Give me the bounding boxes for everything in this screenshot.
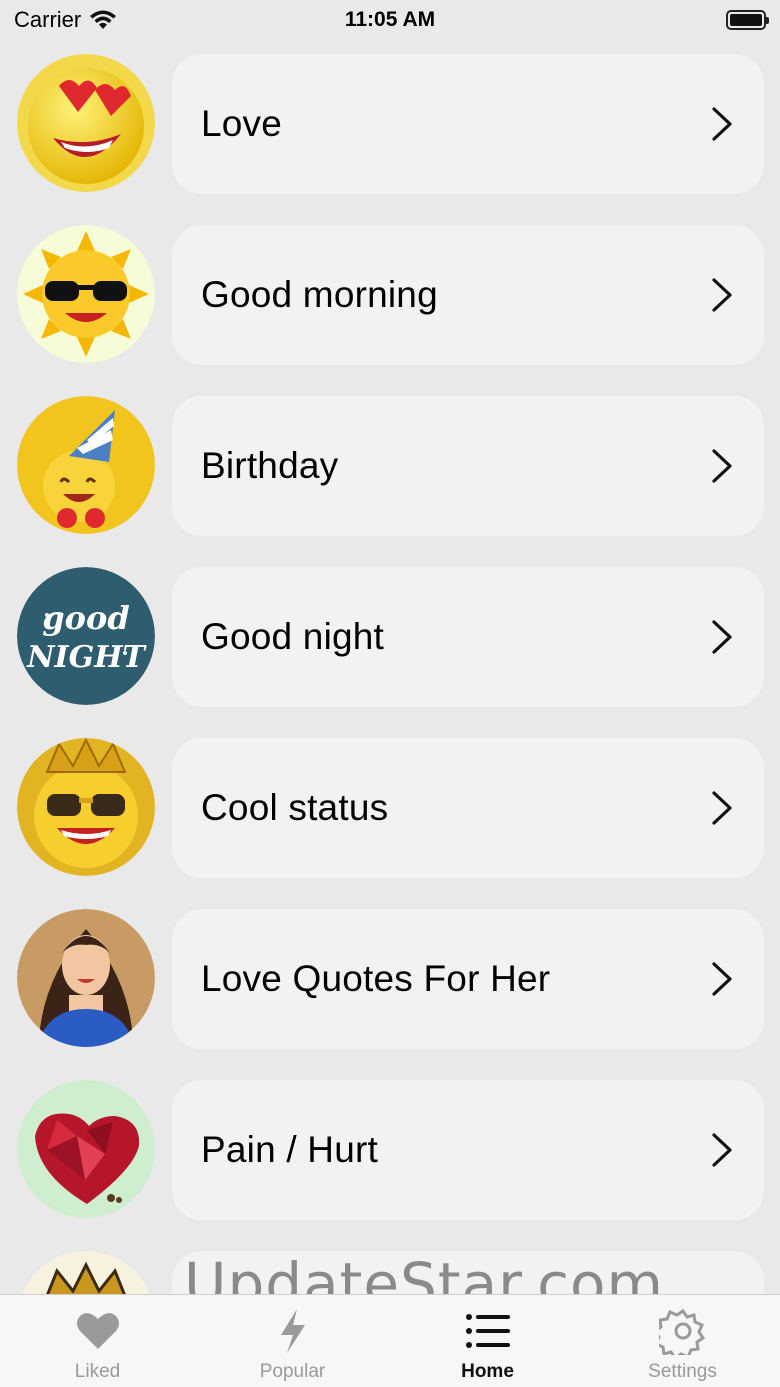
pain-hurt-category-button[interactable]: Pain / Hurt <box>172 1080 764 1220</box>
heart-icon <box>76 1313 119 1349</box>
broken-heart-image <box>17 1080 155 1218</box>
crown-emoji-partial-image <box>17 1251 155 1294</box>
chevron-right-icon <box>712 620 732 654</box>
chevron-right-icon <box>712 278 732 312</box>
tab-label: Settings <box>648 1361 717 1382</box>
list-item-cool-status[interactable]: Cool status <box>0 724 780 878</box>
category-label: Good night <box>201 616 385 657</box>
carrier-label: Carrier <box>14 7 82 32</box>
list-item-pain-hurt[interactable]: Pain / Hurt <box>0 1066 780 1220</box>
wifi-icon <box>90 10 117 29</box>
love-quotes-for-her-category-button[interactable]: Love Quotes For Her <box>172 909 764 1049</box>
category-label: Good morning <box>201 274 438 315</box>
chevron-right-icon <box>712 1133 732 1167</box>
category-label: Pain / Hurt <box>201 1129 378 1170</box>
list-item-love-quotes-for-her[interactable]: Love Quotes For Her <box>0 895 780 1049</box>
category-label: Birthday <box>201 445 339 486</box>
list-item-good-morning[interactable]: Good morning <box>0 211 780 365</box>
tab-settings[interactable]: Settings <box>585 1295 780 1387</box>
list-item-birthday[interactable]: Birthday <box>0 382 780 536</box>
love-category-button[interactable]: Love <box>172 54 764 194</box>
good-morning-category-button[interactable]: Good morning <box>172 225 764 365</box>
chevron-right-icon <box>712 791 732 825</box>
crown-sunglasses-emoji-image <box>17 738 155 876</box>
status-bar: Carrier 11:05 AM <box>0 0 780 40</box>
tab-home[interactable]: Home <box>390 1295 585 1387</box>
woman-portrait-image <box>17 909 155 1047</box>
chevron-right-icon <box>712 962 732 996</box>
category-label: Love Quotes For Her <box>201 958 551 999</box>
status-left: Carrier <box>14 7 117 33</box>
tab-liked[interactable]: Liked <box>0 1295 195 1387</box>
good-night-category-button[interactable]: Good night <box>172 567 764 707</box>
list-item-love[interactable]: Love <box>0 40 780 194</box>
tab-label: Home <box>461 1361 514 1382</box>
category-label: Love <box>201 103 283 144</box>
tab-label: Popular <box>259 1361 326 1382</box>
party-hat-emoji-image <box>17 396 155 534</box>
heart-eyes-emoji-image <box>17 54 155 192</box>
list-item-good-night[interactable]: good NIGHT Good night <box>0 553 780 707</box>
chevron-right-icon <box>712 449 732 483</box>
cool-status-category-button[interactable]: Cool status <box>172 738 764 878</box>
tab-popular[interactable]: Popular <box>195 1295 390 1387</box>
svg-text:good: good <box>42 599 129 637</box>
list-icon <box>465 1314 510 1348</box>
tab-bar: Liked Popular Home Settings <box>0 1294 780 1387</box>
good-night-lettering-image: good NIGHT <box>17 567 155 705</box>
gear-icon <box>658 1308 705 1355</box>
birthday-category-button[interactable]: Birthday <box>172 396 764 536</box>
category-label: Cool status <box>201 787 389 828</box>
category-list[interactable]: Love Good morning Birthday good NIGHT Go… <box>0 40 780 1294</box>
tab-label: Liked <box>74 1361 121 1382</box>
sun-sunglasses-emoji-image <box>17 225 155 363</box>
chevron-right-icon <box>712 107 732 141</box>
bolt-icon <box>280 1309 305 1353</box>
svg-text:NIGHT: NIGHT <box>26 640 147 675</box>
battery-icon <box>726 10 769 30</box>
